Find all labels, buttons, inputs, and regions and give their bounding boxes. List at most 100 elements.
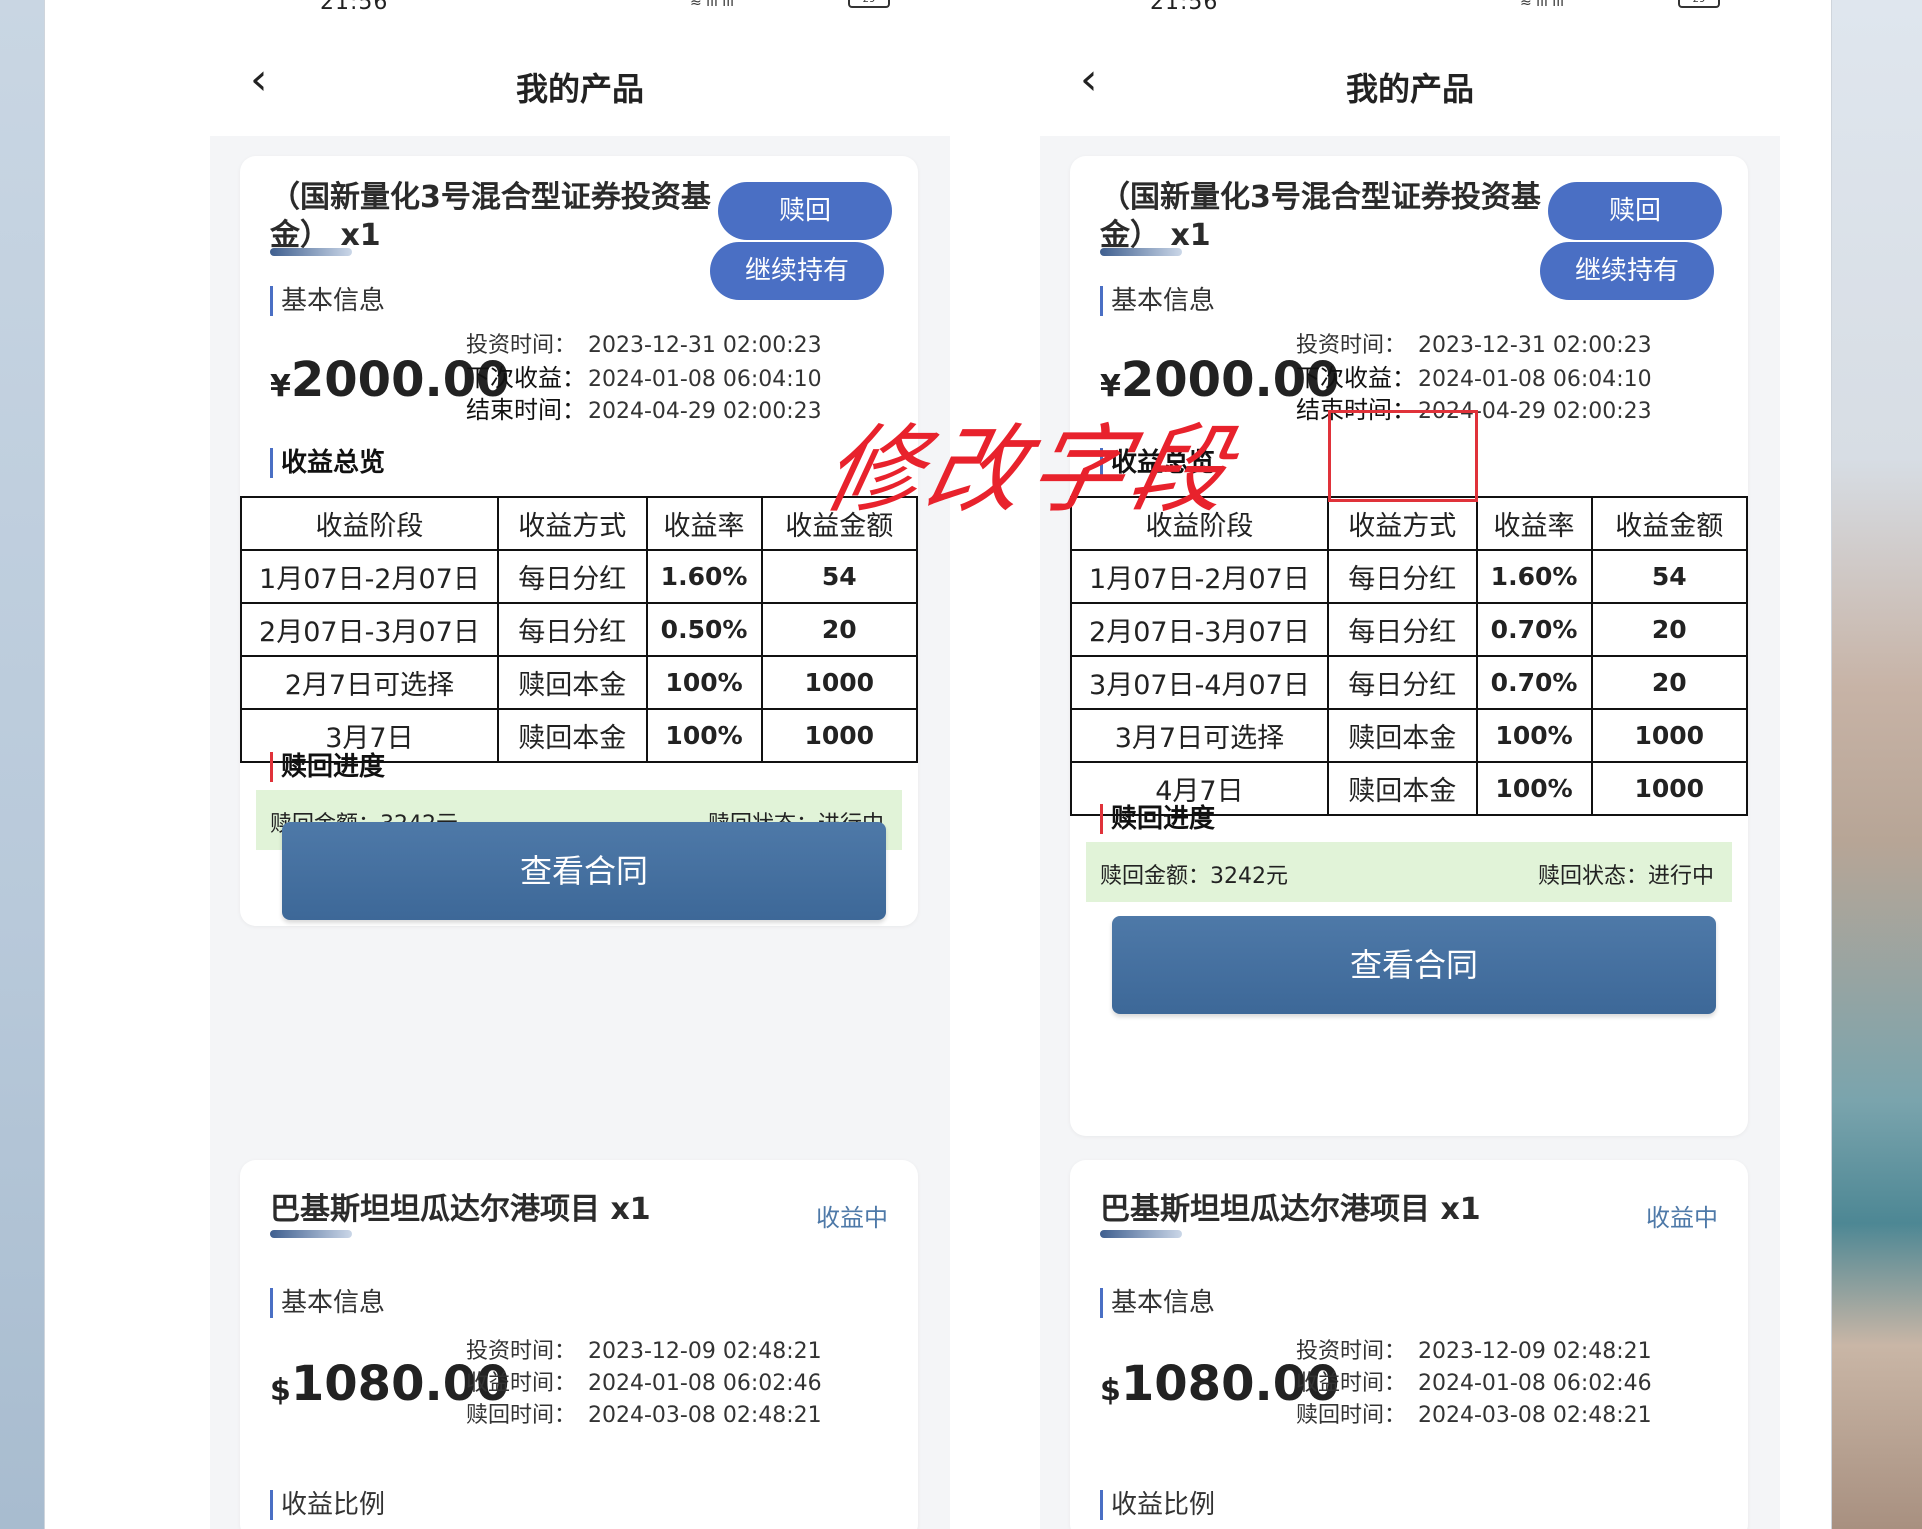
redeem-progress-bar: 赎回金额：3242元 赎回状态：进行中	[1086, 842, 1732, 902]
redeem-time-label: 赎回时间：	[1296, 1403, 1407, 1428]
income-time-label: 收益时间：	[466, 1371, 577, 1396]
section-redeem-progress: 赎回进度	[270, 752, 385, 782]
invest-time-value: 2023-12-09 02:48:21	[1418, 1339, 1652, 1364]
table-row: 1月07日-2月07日 每日分红 1.60% 54	[240, 549, 918, 604]
table-cell: 20	[760, 602, 918, 657]
redeem-button[interactable]: 赎回	[1548, 182, 1722, 240]
invest-time-row: 投资时间： 2023-12-09 02:48:21	[1296, 1336, 1652, 1368]
currency-symbol: $	[1100, 1373, 1121, 1408]
next-income-value: 2024-01-08 06:04:10	[1418, 367, 1652, 392]
invest-time-value: 2023-12-09 02:48:21	[588, 1339, 822, 1364]
table-cell: 54	[760, 549, 918, 604]
next-income-label: 下次收益：	[1296, 364, 1416, 392]
section-basic-info: 基本信息	[1100, 286, 1215, 316]
table-cell: 每日分红	[496, 602, 648, 657]
product2-name-underline	[1100, 1230, 1182, 1238]
redeem-amount: 赎回金额：3242元	[1100, 864, 1288, 889]
table-header-cell: 收益率	[1475, 496, 1593, 551]
table-cell: 2月07日-3月07日	[240, 602, 499, 657]
redeem-time-row: 赎回时间： 2024-03-08 02:48:21	[1296, 1400, 1652, 1432]
section-redeem-progress: 赎回进度	[1100, 804, 1215, 834]
redeem-status: 赎回状态：进行中	[1537, 864, 1714, 889]
table-cell: 每日分红	[496, 549, 648, 604]
desktop-wallpaper-right	[1830, 0, 1922, 1529]
annotation-text: 修改字段	[814, 414, 1246, 526]
product-card: （国新量化3号混合型证券投资基 金） x1 赎回 继续持有 基本信息 ¥2000…	[240, 156, 918, 926]
product2-name: 巴基斯坦坦瓜达尔港项目 x1	[1100, 1192, 1481, 1227]
page-title: 我的产品	[515, 70, 644, 108]
continue-holding-button[interactable]: 继续持有	[1540, 242, 1714, 300]
product2-name-underline	[270, 1230, 352, 1238]
table-cell: 1000	[1590, 708, 1748, 763]
income-time-value: 2024-01-08 06:02:46	[588, 1371, 822, 1396]
product2-status-badge: 收益中	[816, 1204, 888, 1232]
signal-icon: ≋ ıll ıll	[690, 0, 734, 10]
section-income-ratio: 收益比例	[270, 1490, 385, 1520]
table-row: 1月07日-2月07日 每日分红 1.60% 54	[1070, 549, 1748, 604]
invest-time-label: 投资时间：	[466, 333, 577, 358]
section-basic-info: 基本信息	[1100, 1288, 1215, 1318]
table-row: 3月07日-4月07日 每日分红 0.70% 20	[1070, 655, 1748, 710]
table-cell: 2月7日可选择	[240, 655, 499, 710]
invest-time-label: 投资时间：	[1296, 333, 1407, 358]
page-title: 我的产品	[1345, 70, 1474, 108]
table-row: 2月07日-3月07日 每日分红 0.50% 20	[240, 602, 918, 657]
product-name-underline	[270, 248, 352, 256]
table-cell: 每日分红	[1326, 602, 1478, 657]
table-cell: 3月07日-4月07日	[1070, 655, 1329, 710]
desktop-wallpaper-left	[0, 0, 44, 1529]
invest-time-row: 投资时间： 2023-12-09 02:48:21	[466, 1336, 822, 1368]
table-cell: 1月07日-2月07日	[1070, 549, 1329, 604]
invest-time-label: 投资时间：	[466, 1339, 577, 1364]
product-card-2: 巴基斯坦坦瓜达尔港项目 x1 收益中 基本信息 $1080.00 投资时间： 20…	[1070, 1160, 1748, 1529]
product-name-underline	[1100, 248, 1182, 256]
table-cell: 100%	[645, 708, 763, 763]
continue-holding-button[interactable]: 继续持有	[710, 242, 884, 300]
table-cell: 赎回本金	[1326, 761, 1478, 816]
table-header-cell: 收益率	[645, 496, 763, 551]
income-time-row: 收益时间： 2024-01-08 06:02:46	[466, 1368, 822, 1400]
invest-time-row: 投资时间： 2023-12-31 02:00:23	[466, 330, 822, 362]
status-bar: 21:56 ≋ ıll ıll 29	[210, 0, 950, 16]
next-income-label: 下次收益：	[466, 364, 586, 392]
income-table: 收益阶段 收益方式 收益率 收益金额 1月07日-2月07日 每日分红 1.60% 54 2月0…	[1070, 496, 1748, 816]
view-contract-button[interactable]: 查看合同	[282, 822, 886, 920]
table-cell: 赎回本金	[496, 708, 648, 763]
income-table: 收益阶段 收益方式 收益率 收益金额 1月07日-2月07日 每日分红 1.60% 54 2月0…	[240, 496, 918, 763]
redeem-button[interactable]: 赎回	[718, 182, 892, 240]
invest-time-row: 投资时间： 2023-12-31 02:00:23	[1296, 330, 1652, 362]
table-cell: 1000	[760, 655, 918, 710]
table-row: 2月7日可选择 赎回本金 100% 1000	[240, 655, 918, 710]
table-cell: 20	[1590, 602, 1748, 657]
next-income-value: 2024-01-08 06:04:10	[588, 367, 822, 392]
signal-icon: ≋ ıll ıll	[1520, 0, 1564, 10]
currency-symbol: ¥	[270, 369, 291, 404]
section-basic-info: 基本信息	[270, 286, 385, 316]
table-cell: 0.70%	[1475, 602, 1593, 657]
section-income-overview: 收益总览	[270, 448, 385, 478]
redeem-time-value: 2024-03-08 02:48:21	[1418, 1403, 1652, 1428]
table-cell: 赎回本金	[1326, 708, 1478, 763]
table-cell: 100%	[1475, 708, 1593, 763]
table-cell: 54	[1590, 549, 1748, 604]
table-cell: 赎回本金	[496, 655, 648, 710]
table-cell: 100%	[1475, 761, 1593, 816]
table-cell: 20	[1590, 655, 1748, 710]
product2-status-badge: 收益中	[1646, 1204, 1718, 1232]
table-cell: 1月07日-2月07日	[240, 549, 499, 604]
redeem-time-value: 2024-03-08 02:48:21	[588, 1403, 822, 1428]
table-header-cell: 收益方式	[1326, 496, 1478, 551]
table-cell: 100%	[645, 655, 763, 710]
view-contract-button[interactable]: 查看合同	[1112, 916, 1716, 1014]
table-cell: 1.60%	[1475, 549, 1593, 604]
income-time-label: 收益时间：	[1296, 1371, 1407, 1396]
end-time-label: 结束时间：	[466, 396, 586, 424]
phone-screen-original: 21:56 ≋ ıll ıll 29 ‹ 我的产品 （国新量化3号混合型证券投资…	[210, 0, 950, 1529]
currency-symbol: $	[270, 1373, 291, 1408]
status-bar: 21:56 ≋ ıll ıll 29	[1040, 0, 1780, 16]
next-income-row: 下次收益：2024-01-08 06:04:10	[466, 362, 822, 396]
battery-icon: 29	[1678, 0, 1720, 8]
product-card: （国新量化3号混合型证券投资基 金） x1 赎回 继续持有 基本信息 ¥2000…	[1070, 156, 1748, 1136]
product-card-2: 巴基斯坦坦瓜达尔港项目 x1 收益中 基本信息 $1080.00 投资时间： 20…	[240, 1160, 918, 1529]
table-cell: 1.60%	[645, 549, 763, 604]
